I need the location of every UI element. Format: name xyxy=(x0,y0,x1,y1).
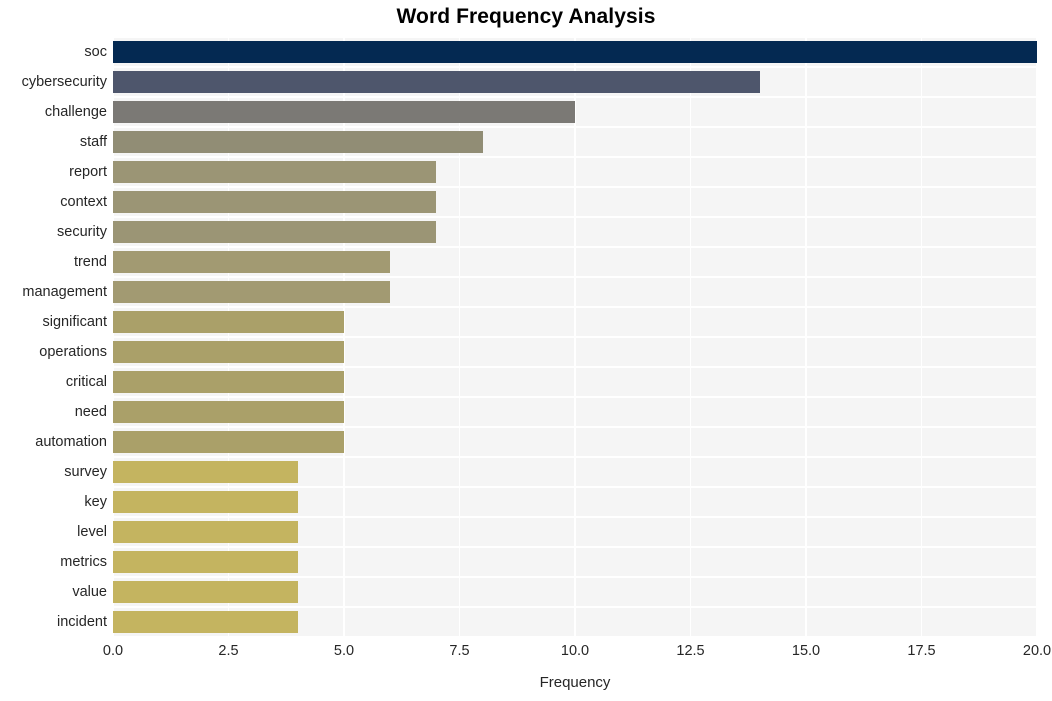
bar-incident[interactable] xyxy=(113,611,298,633)
x-axis-tick-labels: 0.0 2.5 5.0 7.5 10.0 12.5 15.0 17.5 20.0 xyxy=(103,637,1051,667)
bar-cybersecurity[interactable] xyxy=(113,71,760,93)
x-tick-label: 2.5 xyxy=(218,643,239,659)
bar-challenge[interactable] xyxy=(113,101,575,123)
y-tick-label-operations: operations xyxy=(39,344,107,360)
bar-value[interactable] xyxy=(113,581,298,603)
y-tick-label-soc: soc xyxy=(84,44,107,60)
bar-report[interactable] xyxy=(113,161,437,183)
word-frequency-bar-chart: Word Frequency Analysis soc cybersecurity… xyxy=(0,0,1052,701)
y-axis-tick-labels: soc cybersecurity challenge staff report cont… xyxy=(0,37,107,637)
gridline-horizontal xyxy=(113,396,1037,398)
gridline-horizontal xyxy=(113,426,1037,428)
y-tick-label-incident: incident xyxy=(57,614,107,630)
x-tick-label: 10.0 xyxy=(560,643,590,659)
bar-automation[interactable] xyxy=(113,431,344,453)
gridline-horizontal xyxy=(113,486,1037,488)
y-tick-label-critical: critical xyxy=(65,374,107,390)
page-title: Word Frequency Analysis xyxy=(396,5,656,28)
x-axis-label: Frequency xyxy=(539,674,611,691)
gridline-horizontal xyxy=(113,366,1037,368)
gridline-horizontal xyxy=(113,156,1037,158)
gridline-horizontal xyxy=(113,606,1037,608)
y-tick-label-metrics: metrics xyxy=(60,554,107,570)
x-tick-label: 12.5 xyxy=(676,643,705,659)
gridline-horizontal xyxy=(113,306,1037,308)
y-tick-label-cybersecurity: cybersecurity xyxy=(21,74,107,90)
gridline-horizontal xyxy=(113,126,1037,128)
x-tick-label: 17.5 xyxy=(907,643,936,659)
bar-survey[interactable] xyxy=(113,461,298,483)
y-tick-label-automation: automation xyxy=(35,434,107,450)
bar-security[interactable] xyxy=(113,221,437,243)
y-tick-label-survey: survey xyxy=(64,464,107,480)
x-tick-label: 0.0 xyxy=(102,643,124,659)
bar-need[interactable] xyxy=(113,401,344,423)
bar-key[interactable] xyxy=(113,491,298,513)
gridline-horizontal xyxy=(113,66,1037,68)
x-tick-label: 15.0 xyxy=(791,643,821,659)
bar-level[interactable] xyxy=(113,521,298,543)
bar-operations[interactable] xyxy=(113,341,344,363)
gridline-horizontal xyxy=(113,216,1037,218)
bar-trend[interactable] xyxy=(113,251,391,273)
gridline-horizontal xyxy=(113,96,1037,98)
x-tick-label: 20.0 xyxy=(1022,643,1052,659)
gridline-horizontal xyxy=(113,186,1037,188)
x-tick-label: 5.0 xyxy=(333,643,355,659)
y-tick-label-key: key xyxy=(84,494,107,510)
y-tick-label-trend: trend xyxy=(73,254,107,270)
x-tick-label: 7.5 xyxy=(449,643,470,659)
gridline-horizontal xyxy=(113,546,1037,548)
bar-significant[interactable] xyxy=(113,311,344,333)
gridline-horizontal xyxy=(113,576,1037,578)
bar-soc[interactable] xyxy=(113,41,1037,63)
gridline-horizontal xyxy=(113,516,1037,518)
plot-area xyxy=(113,37,1037,637)
gridline-horizontal xyxy=(113,276,1037,278)
y-tick-label-context: context xyxy=(60,194,107,210)
y-tick-label-report: report xyxy=(69,164,107,180)
bar-metrics[interactable] xyxy=(113,551,298,573)
bar-staff[interactable] xyxy=(113,131,483,153)
gridline-horizontal xyxy=(113,37,1037,38)
bar-context[interactable] xyxy=(113,191,437,213)
bar-management[interactable] xyxy=(113,281,391,303)
y-tick-label-security: security xyxy=(57,224,107,240)
gridline-horizontal xyxy=(113,456,1037,458)
y-tick-label-management: management xyxy=(22,284,107,300)
gridline-horizontal xyxy=(113,336,1037,338)
y-tick-label-need: need xyxy=(74,404,107,420)
y-tick-label-staff: staff xyxy=(79,134,107,150)
bar-critical[interactable] xyxy=(113,371,344,393)
y-tick-label-significant: significant xyxy=(42,314,107,330)
gridline-horizontal xyxy=(113,246,1037,248)
y-tick-label-challenge: challenge xyxy=(44,104,107,120)
y-tick-label-level: level xyxy=(77,524,107,540)
y-tick-label-value: value xyxy=(72,584,107,600)
